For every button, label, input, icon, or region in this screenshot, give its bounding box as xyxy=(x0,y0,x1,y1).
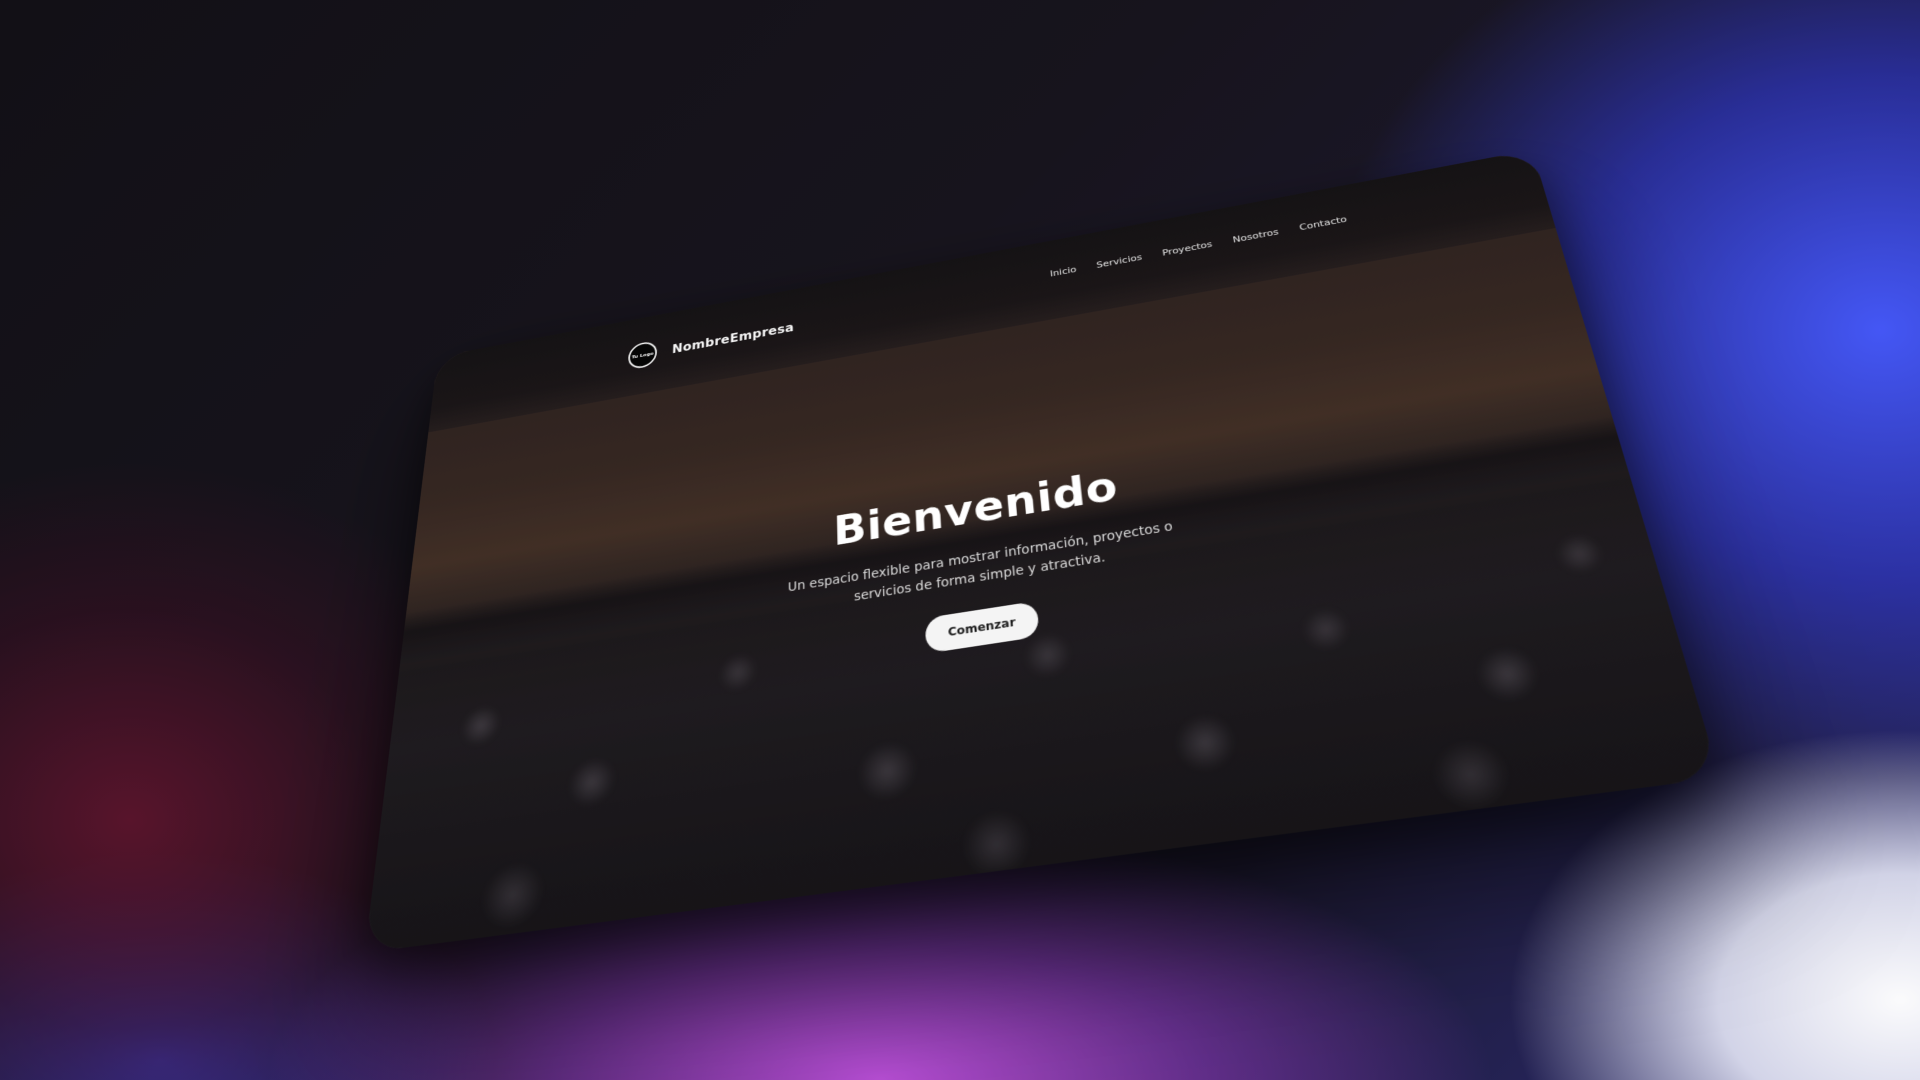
logo-text: Tu Logo xyxy=(632,351,654,360)
nav-link-contacto[interactable]: Contacto xyxy=(1298,214,1347,232)
circle-logo-icon[interactable]: Tu Logo xyxy=(628,340,658,370)
nav-links: Inicio Servicios Proyectos Nosotros Cont… xyxy=(1049,214,1347,279)
brand[interactable]: Tu Logo NombreEmpresa xyxy=(628,315,794,371)
nav-link-servicios[interactable]: Servicios xyxy=(1096,252,1143,270)
nav-link-inicio[interactable]: Inicio xyxy=(1049,264,1077,279)
nav-link-nosotros[interactable]: Nosotros xyxy=(1232,227,1280,245)
website-mockup: Tu Logo NombreEmpresa Inicio Servicios P… xyxy=(365,150,1721,953)
brand-name[interactable]: NombreEmpresa xyxy=(672,320,794,356)
nav-link-proyectos[interactable]: Proyectos xyxy=(1162,239,1213,258)
perspective-stage: Tu Logo NombreEmpresa Inicio Servicios P… xyxy=(0,0,1920,1080)
